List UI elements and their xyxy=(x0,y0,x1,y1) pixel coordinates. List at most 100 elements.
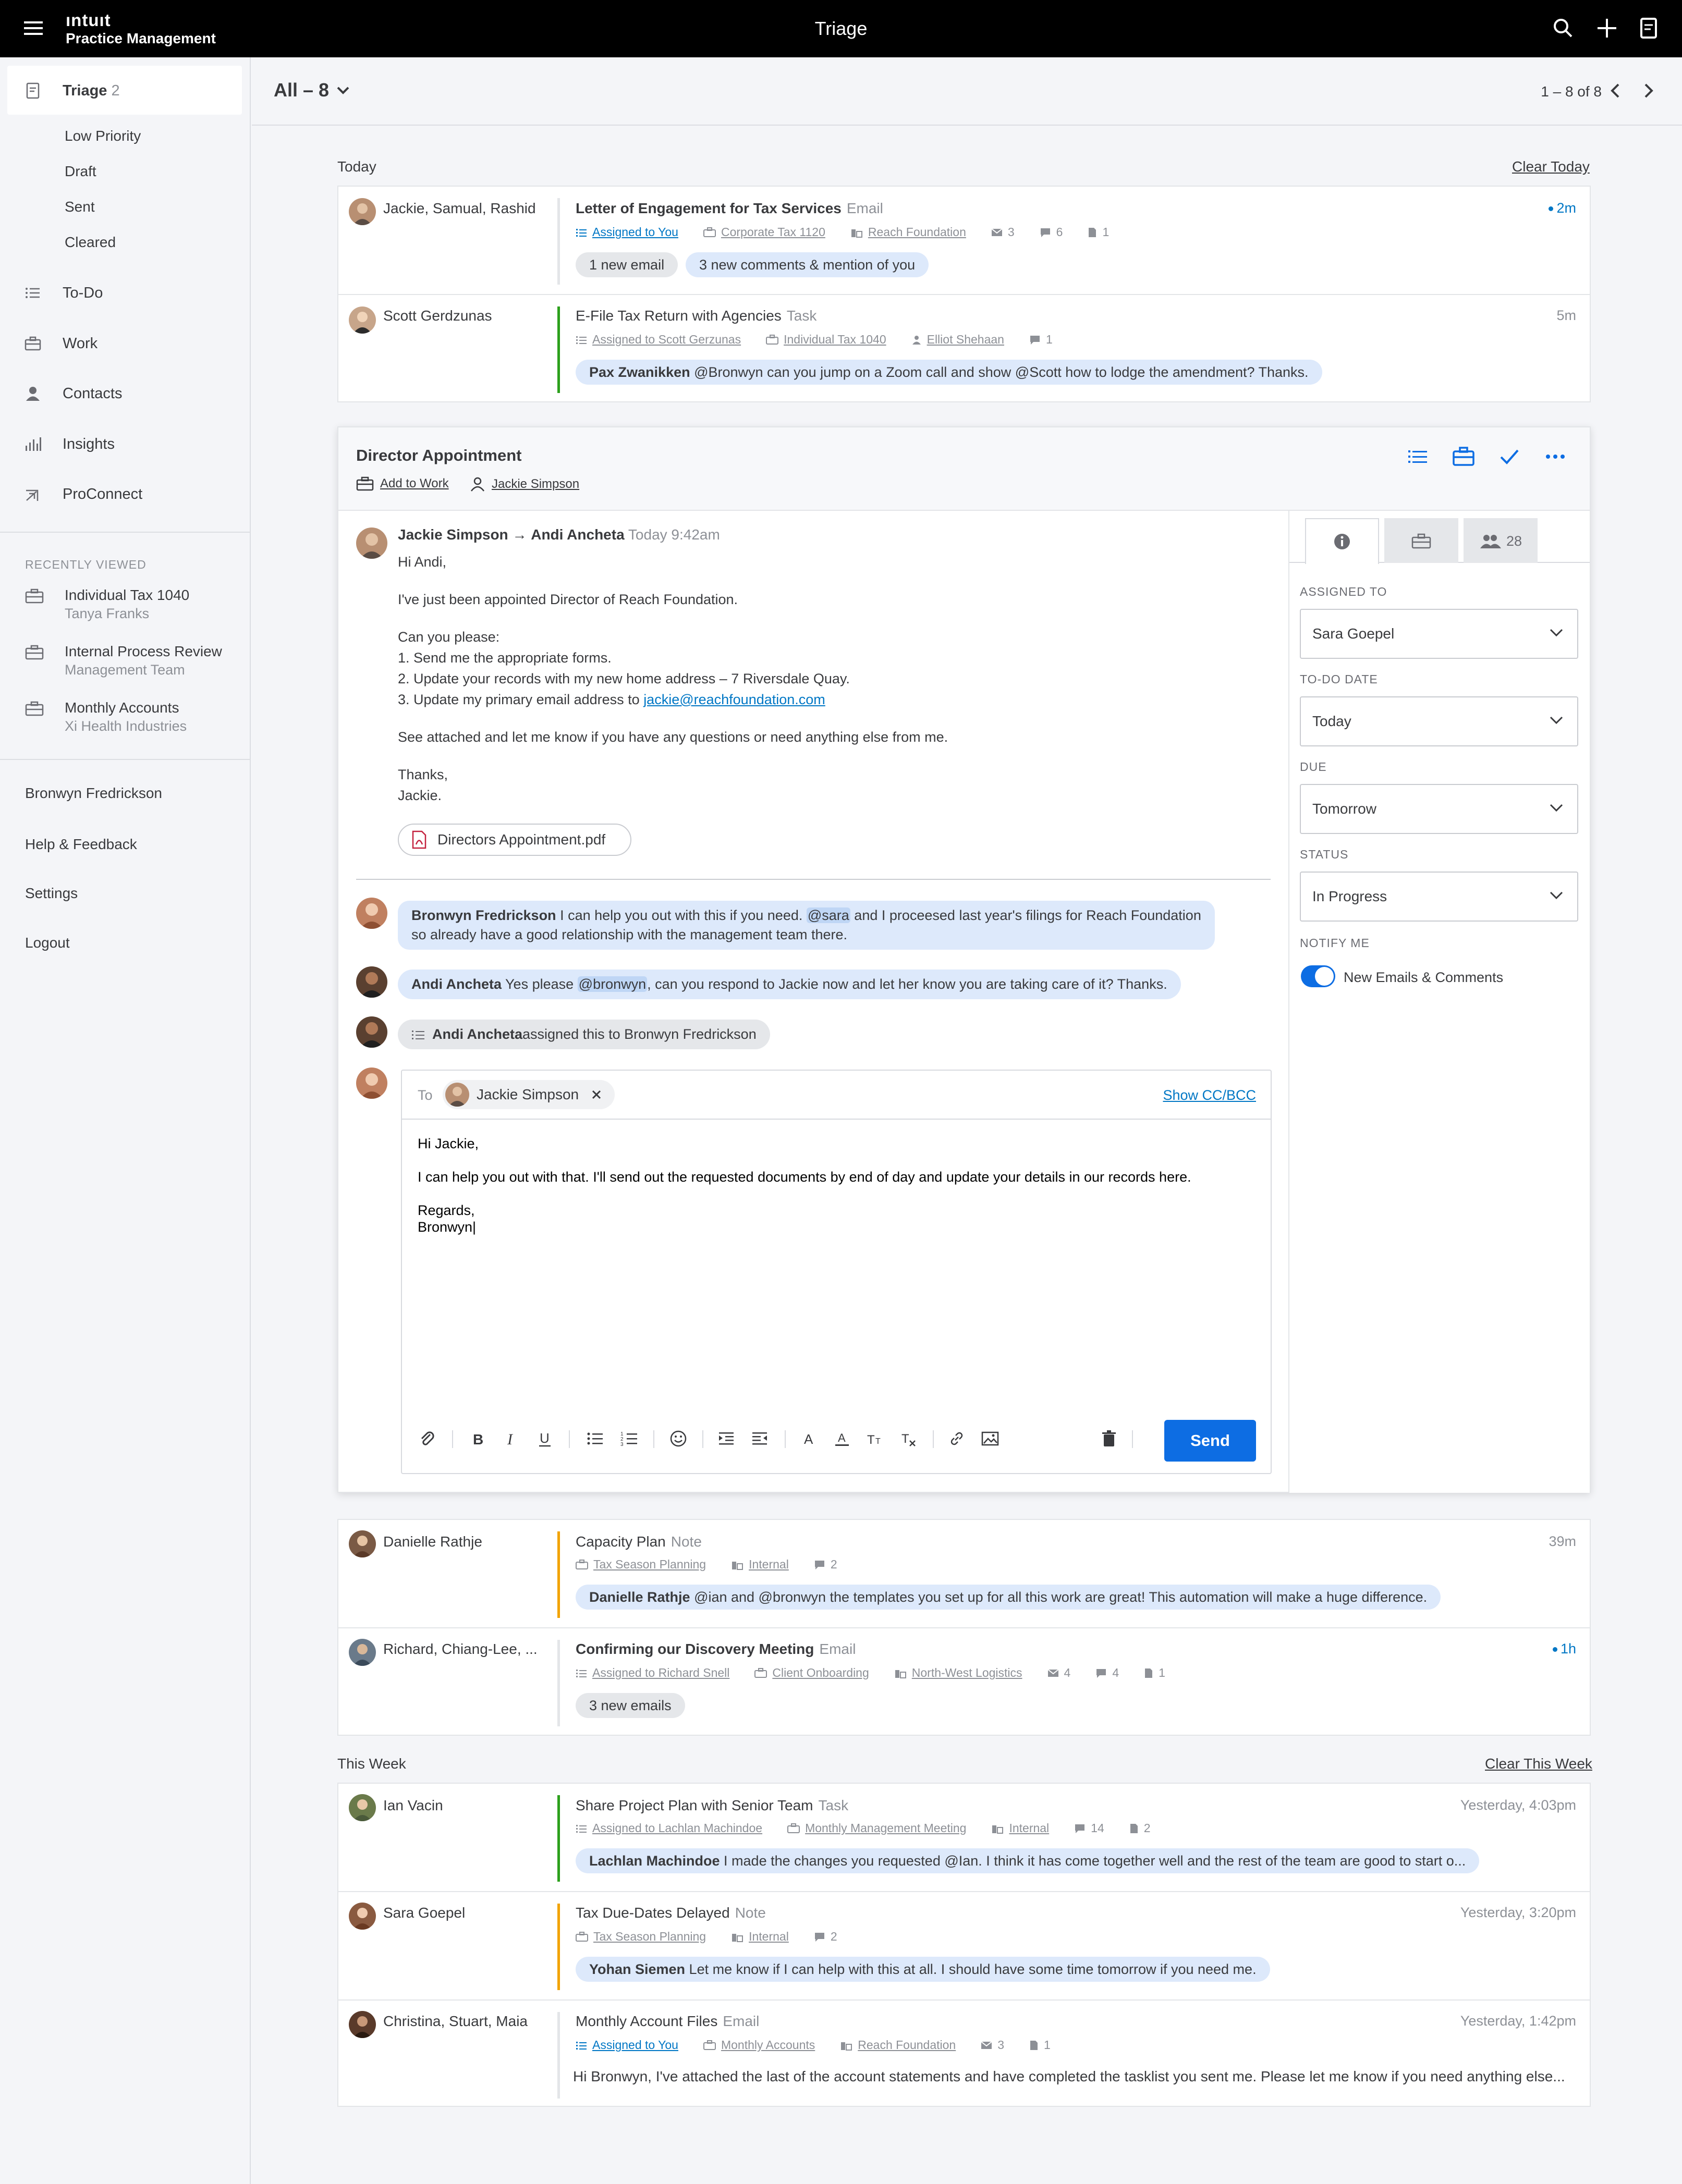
bold-icon[interactable]: B xyxy=(469,1429,487,1448)
new-comments-chip[interactable]: 3 new comments & mention of you xyxy=(686,252,929,277)
todo-date-select[interactable]: Today xyxy=(1300,696,1578,746)
highlight-icon[interactable]: A xyxy=(833,1429,851,1448)
assigned-link[interactable]: Assigned to You xyxy=(592,225,678,239)
tab-info[interactable] xyxy=(1305,518,1379,564)
message-body-input[interactable]: Hi Jackie, I can help you out with that.… xyxy=(418,1135,1191,1235)
work-link[interactable]: Monthly Accounts xyxy=(721,2038,815,2052)
assigned-link[interactable]: Assigned to You xyxy=(592,2038,678,2052)
clear-formatting-icon[interactable]: T xyxy=(899,1429,918,1448)
client-link[interactable]: Internal xyxy=(1009,1821,1049,1835)
triage-row[interactable]: Jackie, Samual, Rashid Letter of Engagem… xyxy=(338,187,1590,294)
briefcase-icon xyxy=(356,476,374,491)
work-link[interactable]: Client Onboarding xyxy=(772,1666,869,1680)
client-link[interactable]: Internal xyxy=(749,1930,789,1944)
mention[interactable]: @bronwyn xyxy=(577,976,648,992)
search-icon[interactable] xyxy=(1552,17,1575,40)
chevron-left-icon[interactable] xyxy=(1605,80,1626,101)
triage-row[interactable]: Sara Goepel Tax Due-Dates Delayed Note Ta… xyxy=(338,1892,1590,1999)
client-link[interactable]: Reach Foundation xyxy=(868,225,966,239)
indent-icon[interactable] xyxy=(717,1429,736,1448)
send-button[interactable]: Send xyxy=(1164,1420,1256,1462)
sidebar-item-sent[interactable]: Sent xyxy=(65,199,95,215)
new-email-chip[interactable]: 1 new email xyxy=(576,252,678,277)
tab-people[interactable]: 28 xyxy=(1464,518,1538,563)
sidebar-item-insights[interactable]: Insights xyxy=(0,431,115,457)
image-icon[interactable] xyxy=(981,1429,1000,1448)
comment-preview-chip[interactable]: Lachlan Machindoe I made the changes you… xyxy=(576,1848,1480,1873)
font-size-icon[interactable]: TT xyxy=(866,1429,885,1448)
briefcase-icon xyxy=(576,1559,588,1569)
checkmark-icon[interactable] xyxy=(1497,444,1522,469)
link-icon[interactable] xyxy=(947,1429,966,1448)
assigned-link[interactable]: Assigned to Lachlan Machindoe xyxy=(592,1821,762,1835)
sidebar-item-proconnect[interactable]: ProConnect xyxy=(0,481,142,507)
sidebar-item-work[interactable]: Work xyxy=(0,330,97,357)
clear-this-week-link[interactable]: Clear This Week xyxy=(1485,1756,1592,1772)
triage-row[interactable]: Ian Vacin Share Project Plan with Senior… xyxy=(338,1784,1590,1891)
user-profile-link[interactable]: Bronwyn Fredrickson xyxy=(25,785,162,802)
sidebar-item-contacts[interactable]: Contacts xyxy=(0,381,122,407)
filter-dropdown[interactable]: All – 8 xyxy=(274,79,350,101)
comment-bubble[interactable]: Bronwyn Fredrickson I can help you out w… xyxy=(398,901,1215,950)
notes-icon[interactable] xyxy=(1637,17,1660,40)
due-select[interactable]: Tomorrow xyxy=(1300,784,1578,834)
work-link[interactable]: Monthly Management Meeting xyxy=(805,1821,966,1835)
sidebar-item-todo[interactable]: To-Do xyxy=(0,280,103,306)
notify-toggle[interactable] xyxy=(1301,965,1335,987)
comment-bubble[interactable]: Andi Ancheta Yes please @bronwyn, can yo… xyxy=(398,970,1181,999)
new-emails-chip[interactable]: 3 new emails xyxy=(576,1693,685,1718)
work-link[interactable]: Tax Season Planning xyxy=(593,1557,706,1572)
people-icon xyxy=(1480,535,1501,548)
underline-icon[interactable]: U xyxy=(535,1429,554,1448)
triage-row[interactable]: Danielle Rathje Capacity Plan Note Tax Se… xyxy=(338,1520,1590,1627)
numbered-list-icon[interactable]: 123 xyxy=(620,1429,639,1448)
triage-row[interactable]: Christina, Stuart, Maia Monthly Account … xyxy=(338,2001,1590,2107)
client-link[interactable]: Internal xyxy=(749,1557,789,1572)
help-feedback-link[interactable]: Help & Feedback xyxy=(25,836,137,853)
mention[interactable]: @sara xyxy=(806,907,850,923)
attach-icon[interactable] xyxy=(418,1429,436,1448)
add-icon[interactable] xyxy=(1595,17,1618,40)
assignee-link[interactable]: Jackie Simpson xyxy=(470,476,579,492)
triage-row[interactable]: Scott Gerdzunas E-File Tax Return with A… xyxy=(338,295,1590,402)
client-link[interactable]: Elliot Shehaan xyxy=(927,333,1004,347)
sidebar-item-triage[interactable]: Triage 2 xyxy=(0,78,120,104)
comment-preview-chip[interactable]: Danielle Rathje @ian and @bronwyn the te… xyxy=(576,1585,1441,1610)
settings-link[interactable]: Settings xyxy=(25,885,78,902)
email-address-link[interactable]: jackie@reachfoundation.com xyxy=(643,692,825,707)
assigned-link[interactable]: Assigned to Scott Gerzunas xyxy=(592,333,741,347)
bullet-list-icon[interactable] xyxy=(586,1429,604,1448)
attachment-chip[interactable]: Directors Appointment.pdf xyxy=(398,824,631,856)
work-link[interactable]: Tax Season Planning xyxy=(593,1930,706,1944)
close-icon[interactable] xyxy=(591,1089,602,1100)
panel-tabs: 28 xyxy=(1289,511,1590,564)
outdent-icon[interactable] xyxy=(750,1429,769,1448)
chevron-right-icon[interactable] xyxy=(1638,80,1659,101)
tab-work[interactable] xyxy=(1384,518,1458,563)
add-to-work-link[interactable]: Add to Work xyxy=(356,476,449,491)
work-link[interactable]: Corporate Tax 1120 xyxy=(721,225,825,239)
sidebar-item-low-priority[interactable]: Low Priority xyxy=(65,128,141,144)
client-link[interactable]: North-West Logistics xyxy=(912,1666,1022,1680)
trash-icon[interactable] xyxy=(1100,1429,1118,1448)
triage-row[interactable]: Richard, Chiang-Lee, ... Confirming our … xyxy=(338,1628,1590,1736)
show-cc-bcc-link[interactable]: Show CC/BCC xyxy=(1163,1087,1256,1103)
logout-link[interactable]: Logout xyxy=(25,935,70,951)
comment-preview-chip[interactable]: Pax Zwanikken @Bronwyn can you jump on a… xyxy=(576,360,1322,385)
work-link[interactable]: Individual Tax 1040 xyxy=(784,333,886,347)
sidebar-item-cleared[interactable]: Cleared xyxy=(65,234,116,251)
comment-preview-chip[interactable]: Yohan Siemen Let me know if I can help w… xyxy=(576,1957,1270,1982)
assigned-to-select[interactable]: Sara Goepel xyxy=(1300,609,1578,659)
font-color-icon[interactable]: A xyxy=(799,1429,818,1448)
assigned-link[interactable]: Assigned to Richard Snell xyxy=(592,1666,729,1680)
italic-icon[interactable]: I xyxy=(502,1429,521,1448)
list-icon[interactable] xyxy=(1405,444,1430,469)
clear-today-link[interactable]: Clear Today xyxy=(1512,158,1590,175)
emoji-icon[interactable] xyxy=(669,1429,688,1448)
sidebar-item-draft[interactable]: Draft xyxy=(65,163,96,180)
status-select[interactable]: In Progress xyxy=(1300,872,1578,922)
client-link[interactable]: Reach Foundation xyxy=(858,2038,956,2052)
recipient-chip[interactable]: Jackie Simpson xyxy=(443,1080,615,1109)
briefcase-icon[interactable] xyxy=(1451,444,1476,469)
more-options-icon[interactable] xyxy=(1543,444,1568,469)
